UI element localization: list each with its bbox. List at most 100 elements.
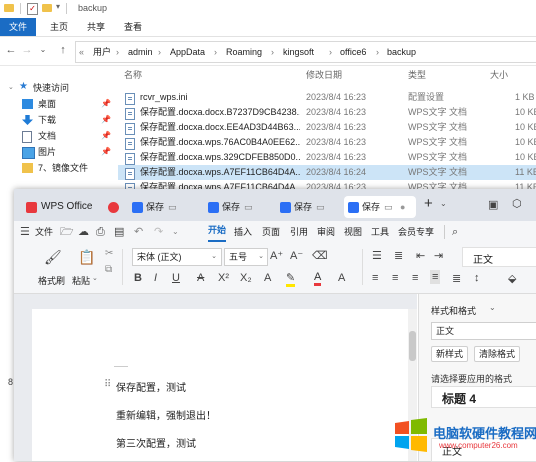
highlight-icon[interactable]: ✎ <box>286 271 296 287</box>
layout-icon[interactable]: ▣ <box>488 198 498 211</box>
file-row[interactable]: 保存配置.docxa.docx.EE4AD3D44B63... 2023/8/4… <box>118 120 536 135</box>
breadcrumb-appdata[interactable]: AppData <box>170 42 205 62</box>
menu-references[interactable]: 引用 <box>290 221 308 243</box>
print-icon[interactable]: ⎙ <box>96 221 105 243</box>
clear-format-icon[interactable]: ⌫ <box>312 249 328 262</box>
menu-page[interactable]: 页面 <box>262 221 280 243</box>
ribbon-tab-home[interactable]: 主页 <box>50 18 68 36</box>
chevron-right-icon[interactable]: › <box>329 42 332 62</box>
file-row[interactable]: rcvr_wps.ini 2023/8/4 16:23 配置设置 1 KB <box>118 90 536 105</box>
paste-icon[interactable]: 📋 <box>78 249 95 266</box>
chevron-down-icon[interactable]: ⌄ <box>92 274 98 282</box>
align-center-icon[interactable]: ≡ <box>392 272 398 284</box>
tab-document-active[interactable]: 保存 ▭ ● <box>344 196 416 218</box>
decrease-font-icon[interactable]: A⁻ <box>290 249 303 262</box>
document-page[interactable]: ⠿ 保存配置，测试 重新编辑，强制退出！ 第三次配置，测试 <box>32 309 417 461</box>
font-size-select[interactable]: 五号 ⌄ <box>224 248 268 266</box>
column-header-name[interactable]: 名称 <box>124 68 142 81</box>
check-icon[interactable]: ✓ <box>27 3 38 15</box>
ribbon-tab-file[interactable]: 文件 <box>0 18 36 36</box>
copy-icon[interactable]: ⧉ <box>105 264 112 275</box>
font-color-icon[interactable]: A <box>314 271 322 286</box>
text-effect-icon[interactable]: A <box>264 272 271 284</box>
distribute-icon[interactable]: ≣ <box>452 272 461 285</box>
subscript-icon[interactable]: X₂ <box>240 272 252 284</box>
column-header-type[interactable]: 类型 <box>408 68 426 81</box>
document-paragraph[interactable]: 保存配置，测试 <box>116 379 186 394</box>
tab-document[interactable]: 保存 ▭ <box>276 196 336 218</box>
decrease-indent-icon[interactable]: ⇤ <box>416 249 425 262</box>
chevron-right-icon[interactable]: › <box>214 42 217 62</box>
document-paragraph[interactable]: 第三次配置，测试 <box>116 435 196 450</box>
chevron-down-icon[interactable]: ⌄ <box>8 80 14 96</box>
breadcrumb-office6[interactable]: office6 <box>340 42 366 62</box>
breadcrumb-admin[interactable]: admin <box>128 42 153 62</box>
breadcrumb-kingsoft[interactable]: kingsoft <box>283 42 314 62</box>
superscript-icon[interactable]: X² <box>218 272 229 284</box>
chevron-down-icon[interactable]: ⌄ <box>172 221 179 243</box>
style-gallery[interactable]: 正文 <box>462 247 536 267</box>
style-preview-normal[interactable]: 正文 <box>473 251 493 266</box>
sidebar-item-downloads[interactable]: 下载 📌 <box>0 112 118 128</box>
increase-indent-icon[interactable]: ⇥ <box>434 249 443 262</box>
column-header-size[interactable]: 大小 <box>490 68 508 81</box>
format-painter-icon[interactable]: 🖌 <box>44 249 62 266</box>
font-name-select[interactable]: 宋体 (正文) ⌄ <box>132 248 222 266</box>
tab-wps-home[interactable]: WPS Office <box>20 196 100 218</box>
char-shading-icon[interactable]: A <box>338 272 345 284</box>
recent-dropdown-icon[interactable]: ⌄ <box>36 42 50 58</box>
bullet-list-icon[interactable]: ☰ <box>372 249 382 262</box>
increase-font-icon[interactable]: A⁺ <box>270 249 283 262</box>
search-icon[interactable]: ⌕ <box>452 221 458 243</box>
ribbon-tab-view[interactable]: 查看 <box>124 18 142 36</box>
numbered-list-icon[interactable]: ≣ <box>394 249 403 262</box>
up-arrow-icon[interactable]: ↑ <box>56 42 70 58</box>
clear-format-button[interactable]: 清除格式 <box>474 346 521 362</box>
underline-icon[interactable]: U <box>172 272 180 284</box>
chevron-right-icon[interactable]: › <box>271 42 274 62</box>
menu-home[interactable]: 开始 <box>208 221 227 242</box>
forward-arrow-icon[interactable]: → <box>20 42 34 58</box>
preview-icon[interactable]: ▤ <box>114 221 124 243</box>
chevron-down-icon[interactable]: ⌄ <box>489 303 496 312</box>
scrollbar-thumb[interactable] <box>409 331 416 361</box>
shading-icon[interactable]: ⬙ <box>508 272 516 285</box>
menu-view[interactable]: 视图 <box>344 221 362 243</box>
back-arrow-icon[interactable]: ← <box>4 42 18 58</box>
menu-insert[interactable]: 插入 <box>234 221 252 243</box>
folder-icon[interactable] <box>42 4 52 12</box>
new-tab-button[interactable]: + <box>424 195 433 212</box>
ribbon-tab-share[interactable]: 共享 <box>87 18 105 36</box>
breadcrumb-users[interactable]: 用户 <box>93 42 111 62</box>
cube-icon[interactable]: ⬡ <box>512 197 522 210</box>
sidebar-item-mirror-files[interactable]: 7、镜像文件 <box>0 160 118 176</box>
save-folder-icon[interactable]: 🗁 <box>60 221 74 243</box>
chevron-right-icon[interactable]: › <box>116 42 119 62</box>
cloud-icon[interactable]: ☁ <box>78 221 89 243</box>
address-bar[interactable]: « 用户 › admin › AppData › Roaming › kings… <box>75 41 536 63</box>
tab-document[interactable]: 保存 ▭ <box>128 196 198 218</box>
document-paragraph[interactable]: 重新编辑，强制退出！ <box>116 407 216 422</box>
column-header-date[interactable]: 修改日期 <box>306 68 342 81</box>
quick-access-dropdown-icon[interactable]: ▾ <box>56 2 60 11</box>
chevron-right-icon[interactable]: › <box>376 42 379 62</box>
line-spacing-icon[interactable]: ↕ <box>474 272 480 284</box>
sidebar-item-quick-access[interactable]: ⌄ ★ 快速访问 <box>0 80 118 96</box>
hamburger-icon[interactable]: ☰ <box>20 221 30 243</box>
drag-handle-icon[interactable]: ⠿ <box>104 379 111 390</box>
file-row[interactable]: 保存配置.docxa.docx.B7237D9CB4238... 2023/8/… <box>118 105 536 120</box>
tab-document[interactable]: 保存 ▭ <box>204 196 264 218</box>
cut-icon[interactable]: ✂ <box>105 248 113 259</box>
file-row-selected[interactable]: 保存配置.docxa.wps.A7EF11CB64D4A... 2023/8/4… <box>118 165 536 180</box>
strikethrough-icon[interactable]: A <box>197 272 204 284</box>
paste-label[interactable]: 粘贴 <box>72 274 90 287</box>
collapsed-path[interactable]: « <box>79 42 84 62</box>
justify-icon[interactable]: ≡ <box>430 270 441 284</box>
menu-review[interactable]: 审阅 <box>317 221 335 243</box>
format-painter-label[interactable]: 格式刷 <box>38 274 65 287</box>
new-style-button[interactable]: 新样式 <box>431 346 469 362</box>
menu-file[interactable]: 文件 <box>35 221 53 243</box>
undo-icon[interactable]: ↶ <box>134 221 143 243</box>
sidebar-item-pictures[interactable]: 图片 📌 <box>0 144 118 160</box>
sidebar-item-desktop[interactable]: 桌面 📌 <box>0 96 118 112</box>
